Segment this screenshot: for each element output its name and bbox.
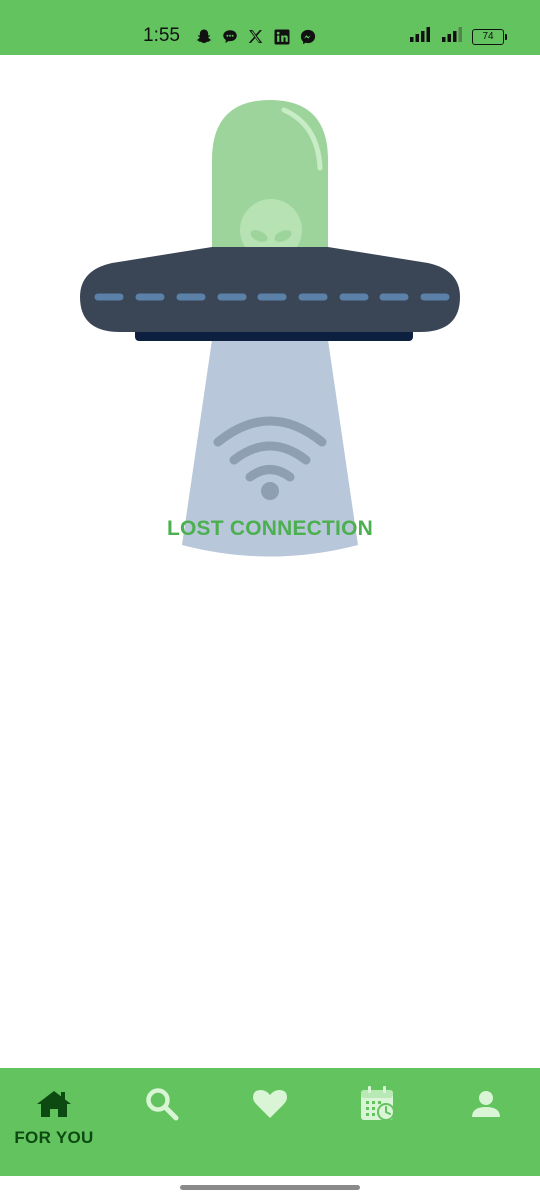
screen: 1:55 74 LOST CONNECTION FOR YOU [0,0,540,1200]
heart-icon [250,1084,290,1124]
nav-for-you-label: FOR YOU [14,1128,94,1147]
status-bar: 1:55 74 [0,0,540,55]
x-icon [246,27,265,46]
nav-favorites[interactable] [216,1068,324,1176]
chat-bubble-icon [220,27,239,46]
nav-search[interactable] [108,1068,216,1176]
nav-schedule[interactable] [324,1068,432,1176]
snapchat-icon [194,27,213,46]
search-icon [142,1084,182,1124]
nav-profile[interactable] [432,1068,540,1176]
ufo-saucer [80,247,460,332]
status-time: 1:55 [143,25,180,46]
messenger-icon [298,27,317,46]
bottom-navigation: FOR YOU [0,1068,540,1176]
home-icon [34,1084,74,1124]
linkedin-icon [272,27,291,46]
home-indicator[interactable] [180,1185,360,1190]
lost-connection-message: LOST CONNECTION [167,517,373,540]
person-icon [466,1084,506,1124]
status-right: 74 [410,26,507,47]
system-navigation-area [0,1176,540,1200]
notification-icons [194,27,317,46]
calendar-clock-icon [358,1084,398,1124]
signal-icon-2 [442,26,464,47]
ufo-wifi-lost-illustration [0,90,540,570]
signal-icon [410,26,434,47]
nav-for-you[interactable]: FOR YOU [0,1068,108,1176]
battery-indicator: 74 [472,28,507,45]
